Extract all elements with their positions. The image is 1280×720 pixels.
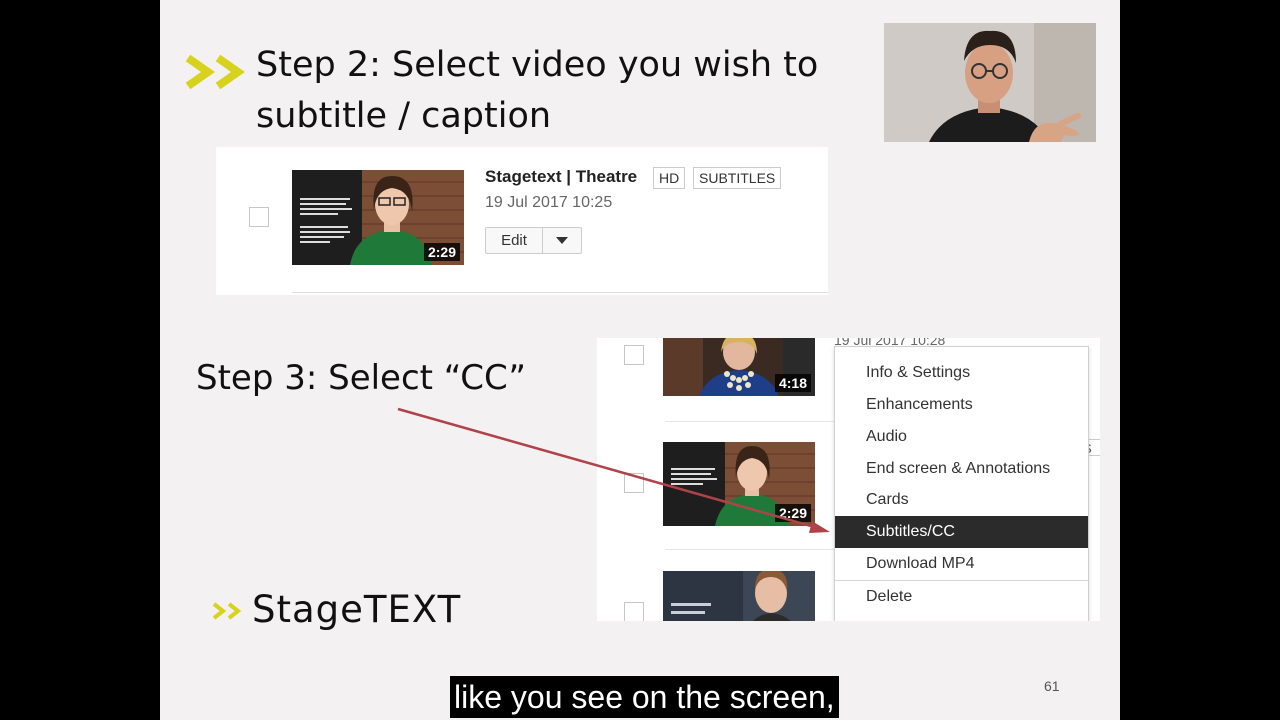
menu-item-audio[interactable]: Audio — [835, 421, 1088, 453]
video-thumbnail[interactable]: 2:29 — [292, 170, 464, 265]
step-2-line-1: Step 2: Select video you wish to — [256, 45, 819, 85]
step-2-heading: Step 2: Select video you wish to subtitl… — [256, 40, 818, 142]
video-select-checkbox[interactable] — [624, 473, 644, 493]
step-3-heading: Step 3: Select “CC” — [196, 358, 526, 398]
captioning-video-thumbnail-image — [663, 571, 815, 621]
video-row-screenshot: 2:29 Stagetext | Theatre HD SUBTITLES 19… — [216, 147, 828, 295]
menu-item-end-screen-annotations[interactable]: End screen & Annotations — [835, 453, 1088, 485]
menu-item-download-mp4[interactable]: Download MP4 — [835, 548, 1088, 580]
video-date: 19 Jul 2017 10:25 — [485, 194, 613, 211]
stagetext-logo: StageTEXT — [212, 586, 492, 638]
video-thumbnail-second[interactable]: 2:29 — [663, 442, 815, 526]
presentation-slide: Step 2: Select video you wish to subtitl… — [160, 0, 1120, 720]
hd-badge: HD — [653, 167, 686, 189]
video-duration: 2:29 — [774, 504, 811, 522]
edit-button[interactable]: Edit — [486, 228, 543, 253]
logo-chevron-icon — [212, 602, 242, 620]
row-divider — [292, 292, 828, 293]
step-2-line-2: subtitle / caption — [256, 96, 552, 136]
chevron-down-icon — [556, 237, 568, 244]
presenter-image — [884, 23, 1096, 142]
video-title[interactable]: Stagetext | Theatre — [485, 167, 637, 187]
video-select-checkbox[interactable] — [624, 345, 644, 365]
row-divider — [665, 421, 837, 422]
video-select-checkbox[interactable] — [624, 602, 644, 621]
video-duration: 4:18 — [774, 374, 811, 392]
edit-button-group: Edit — [485, 227, 582, 254]
slide-page-number: 61 — [1044, 678, 1060, 694]
edit-dropdown-button[interactable] — [543, 228, 581, 253]
menu-item-delete[interactable]: Delete — [835, 581, 1088, 613]
presenter-webcam — [884, 23, 1096, 142]
menu-item-enhancements[interactable]: Enhancements — [835, 389, 1088, 421]
video-list-screenshot: 19 Jul 2017 10:28 4:18 2:29 Info & Setti… — [597, 338, 1100, 621]
video-duration: 2:29 — [423, 243, 460, 261]
menu-item-subtitles-cc[interactable]: Subtitles/CC — [835, 516, 1088, 548]
video-subtitle-caption: like you see on the screen, — [450, 676, 839, 718]
video-context-menu: Info & Settings Enhancements Audio End s… — [834, 346, 1089, 621]
menu-item-cards[interactable]: Cards — [835, 484, 1088, 516]
menu-item-info-settings[interactable]: Info & Settings — [835, 357, 1088, 389]
subtitles-badge: SUBTITLES — [693, 167, 782, 189]
video-select-checkbox[interactable] — [249, 207, 269, 227]
video-thumbnail-third[interactable] — [663, 571, 815, 621]
chevron-bullet-icon — [185, 54, 245, 90]
video-thumbnail-first[interactable]: 4:18 — [663, 338, 815, 396]
logo-wordmark: StageTEXT — [252, 588, 462, 631]
row-divider — [665, 549, 837, 550]
